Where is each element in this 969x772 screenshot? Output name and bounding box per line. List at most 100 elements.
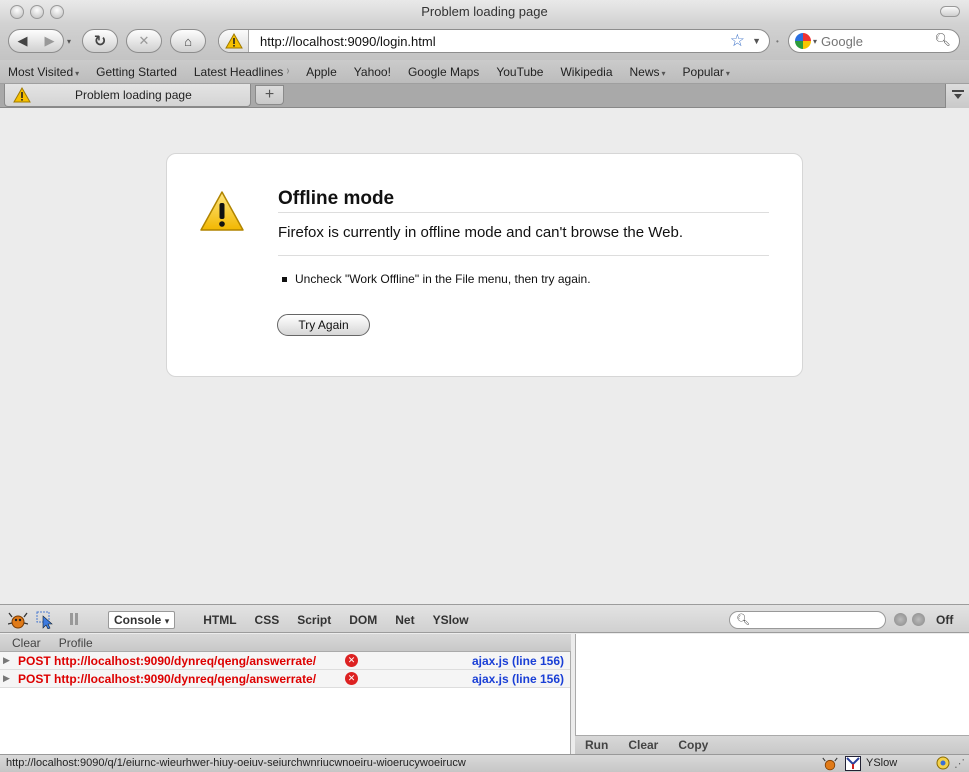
try-again-button[interactable]: Try Again xyxy=(277,314,370,336)
log-message: POST http://localhost:9090/dynreq/qeng/a… xyxy=(18,672,317,686)
bookmark-youtube[interactable]: YouTube xyxy=(496,65,543,79)
bookmark-getting-started[interactable]: Getting Started xyxy=(96,65,177,79)
log-row[interactable]: ▶ POST http://localhost:9090/dynreq/qeng… xyxy=(0,652,570,670)
tab-problem-loading[interactable]: Problem loading page xyxy=(4,84,251,107)
home-button[interactable]: ⌂ xyxy=(170,29,206,53)
log-message: POST http://localhost:9090/dynreq/qeng/a… xyxy=(18,654,317,668)
toolbar-toggle-button[interactable] xyxy=(940,6,960,17)
tab-script[interactable]: Script xyxy=(297,613,331,627)
window-title: Problem loading page xyxy=(421,4,548,19)
command-toolbar: Run Clear Copy xyxy=(575,735,969,754)
tab-net[interactable]: Net xyxy=(395,613,414,627)
error-card: Offline mode Firefox is currently in off… xyxy=(166,153,803,377)
back-icon[interactable]: ◀ xyxy=(18,33,28,49)
firebug-search-input[interactable]: 🔍︎ xyxy=(729,611,886,629)
tab-html[interactable]: HTML xyxy=(203,613,236,627)
list-all-tabs-icon xyxy=(951,89,965,104)
back-forward-buttons: ◀ ▶ xyxy=(8,29,64,53)
error-suggestion: Uncheck "Work Offline" in the File menu,… xyxy=(282,272,591,286)
tab-yslow[interactable]: YSlow xyxy=(433,613,469,627)
chevron-down-icon: ▾ xyxy=(661,68,666,78)
url-text: http://localhost:9090/login.html xyxy=(260,34,436,49)
home-icon: ⌂ xyxy=(184,33,192,49)
bookmark-latest-headlines[interactable]: Latest Headlines ⁾ xyxy=(194,65,289,79)
resize-grip-icon[interactable]: ⋰ xyxy=(954,757,965,770)
stop-icon: ✕ xyxy=(138,33,150,48)
forward-icon[interactable]: ▶ xyxy=(45,33,55,49)
tab-list-button[interactable] xyxy=(945,84,969,108)
expand-icon[interactable]: ▶ xyxy=(3,655,10,666)
status-text: http://localhost:9090/q/1/eiurnc-wieurhw… xyxy=(6,757,466,769)
error-icon: ✕ xyxy=(345,654,358,667)
chevron-down-icon: ▾ xyxy=(75,68,80,78)
yslow-icon[interactable] xyxy=(845,756,861,772)
minimize-window-button[interactable] xyxy=(30,5,44,19)
bookmark-wikipedia[interactable]: Wikipedia xyxy=(560,65,612,79)
bookmark-yahoo[interactable]: Yahoo! xyxy=(354,65,391,79)
page-content: Offline mode Firefox is currently in off… xyxy=(0,109,969,603)
bookmark-popular[interactable]: Popular ▾ xyxy=(683,65,730,79)
pause-icon[interactable] xyxy=(68,613,80,628)
history-dropdown-icon[interactable]: ▾ xyxy=(67,37,71,46)
error-icon: ✕ xyxy=(345,672,358,685)
firebug-off-button[interactable]: Off xyxy=(936,613,953,627)
search-icon[interactable]: 🔍︎ xyxy=(934,32,951,48)
firebug-status-icon[interactable] xyxy=(822,756,838,772)
bookmark-news[interactable]: News ▾ xyxy=(630,65,666,79)
bookmark-star-icon[interactable]: ☆ xyxy=(730,31,745,51)
firebug-toolbar: Console ▾ HTML CSS Script DOM Net YSlow … xyxy=(0,604,969,633)
warning-icon xyxy=(199,190,245,235)
search-icon: 🔍︎ xyxy=(736,614,750,626)
log-source-link[interactable]: ajax.js (line 156) xyxy=(472,654,564,668)
tab-dom[interactable]: DOM xyxy=(349,613,377,627)
title-bar: Problem loading page xyxy=(0,0,969,24)
search-box[interactable]: ▾ 🔍︎ xyxy=(788,29,960,53)
chevron-down-icon: ▾ xyxy=(725,68,730,78)
navigation-toolbar: ◀ ▶ ▾ ↻ ✕ ⌂ http://localhost:9090/login.… xyxy=(0,24,969,60)
url-dropdown-icon[interactable]: ▼ xyxy=(752,36,761,46)
error-title: Offline mode xyxy=(278,188,769,213)
yslow-label[interactable]: YSlow xyxy=(866,757,897,769)
error-description: Firefox is currently in offline mode and… xyxy=(278,224,769,256)
new-tab-button[interactable]: + xyxy=(255,85,284,105)
minimize-firebug-icon[interactable] xyxy=(894,613,907,626)
bookmarks-toolbar: Most Visited ▾ Getting Started Latest Hea… xyxy=(0,60,969,84)
firebug-icon[interactable] xyxy=(7,611,29,632)
tab-title: Problem loading page xyxy=(75,88,192,102)
rss-icon: ⁾ xyxy=(286,67,290,79)
tab-css[interactable]: CSS xyxy=(255,613,280,627)
bookmark-google-maps[interactable]: Google Maps xyxy=(408,65,479,79)
detach-firebug-icon[interactable] xyxy=(912,613,925,626)
console-profile-button[interactable]: Profile xyxy=(59,636,93,650)
zoom-window-button[interactable] xyxy=(50,5,64,19)
log-source-link[interactable]: ajax.js (line 156) xyxy=(472,672,564,686)
resize-dot-icon: • xyxy=(776,37,779,46)
tab-console[interactable]: Console ▾ xyxy=(108,611,176,629)
clear-button[interactable]: Clear xyxy=(628,738,658,752)
bookmark-apple[interactable]: Apple xyxy=(306,65,337,79)
inspect-icon[interactable] xyxy=(36,611,54,632)
copy-button[interactable]: Copy xyxy=(678,738,708,752)
search-input[interactable] xyxy=(821,33,933,49)
close-window-button[interactable] xyxy=(10,5,24,19)
stop-button[interactable]: ✕ xyxy=(126,29,162,53)
run-button[interactable]: Run xyxy=(585,738,608,752)
status-bar: http://localhost:9090/q/1/eiurnc-wieurhw… xyxy=(0,754,969,772)
firebug-tabs: Console ▾ HTML CSS Script DOM Net YSlow xyxy=(108,611,487,629)
console-log: ▶ POST http://localhost:9090/dynreq/qeng… xyxy=(0,652,571,754)
google-engine-icon[interactable] xyxy=(795,33,811,49)
expand-icon[interactable]: ▶ xyxy=(3,673,10,684)
url-bar[interactable]: http://localhost:9090/login.html ☆ ▼ xyxy=(218,29,770,53)
reload-icon: ↻ xyxy=(93,33,107,50)
bookmark-most-visited[interactable]: Most Visited ▾ xyxy=(8,65,79,79)
tab-strip: Problem loading page + xyxy=(0,84,969,108)
console-clear-button[interactable]: Clear xyxy=(12,636,41,650)
engine-dropdown-icon[interactable]: ▾ xyxy=(813,37,817,46)
site-warning-icon[interactable] xyxy=(219,30,249,52)
log-row[interactable]: ▶ POST http://localhost:9090/dynreq/qeng… xyxy=(0,670,570,688)
reload-button[interactable]: ↻ xyxy=(82,29,118,53)
status-extension-icon[interactable] xyxy=(936,756,950,772)
bullet-icon xyxy=(282,276,287,282)
warning-icon xyxy=(13,86,31,106)
chevron-down-icon: ▾ xyxy=(164,616,170,626)
